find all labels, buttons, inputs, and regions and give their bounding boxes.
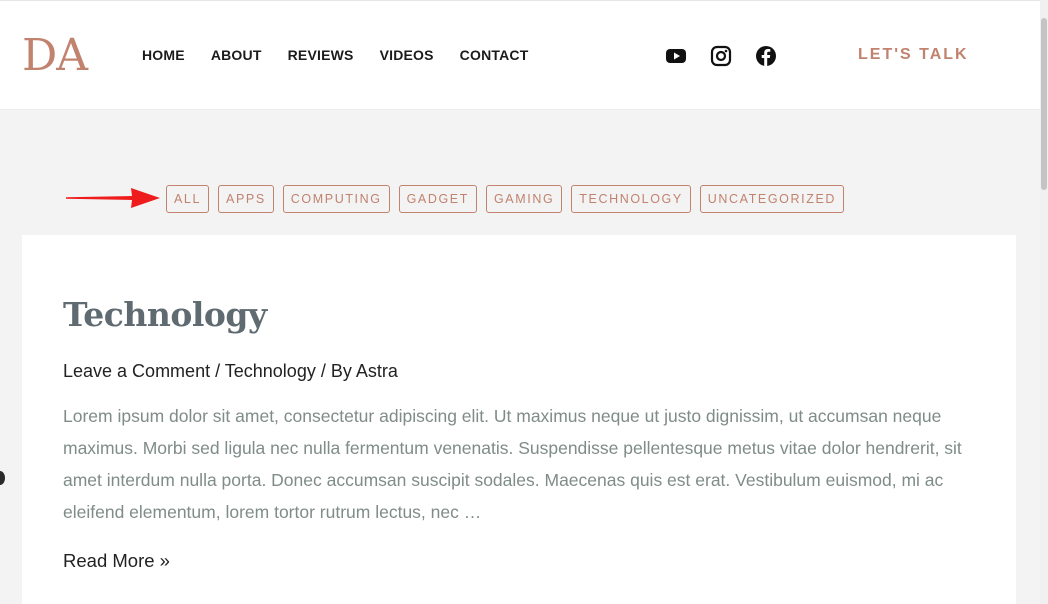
author-link[interactable]: Astra bbox=[356, 361, 398, 381]
annotation-arrow-icon bbox=[66, 188, 160, 208]
meta-separator: / bbox=[210, 361, 225, 381]
facebook-icon[interactable] bbox=[755, 45, 777, 67]
filter-computing[interactable]: COMPUTING bbox=[282, 185, 390, 213]
filter-all[interactable]: ALL bbox=[166, 185, 210, 213]
nav-contact[interactable]: CONTACT bbox=[460, 46, 529, 64]
nav-reviews[interactable]: REVIEWS bbox=[288, 46, 354, 64]
nav-videos[interactable]: VIDEOS bbox=[380, 46, 434, 64]
filter-apps[interactable]: APPS bbox=[218, 185, 274, 213]
filter-gadget[interactable]: GADGET bbox=[398, 185, 477, 213]
nav-about[interactable]: ABOUT bbox=[211, 46, 262, 64]
site-header: DA HOME ABOUT REVIEWS VIDEOS CONTACT LET… bbox=[0, 1, 1040, 110]
instagram-icon[interactable] bbox=[710, 45, 732, 67]
nav-home[interactable]: HOME bbox=[142, 46, 185, 64]
filter-gaming[interactable]: GAMING bbox=[485, 185, 563, 213]
post-meta: Leave a Comment / Technology / By Astra bbox=[63, 359, 398, 383]
meta-by-separator: / By bbox=[315, 361, 356, 381]
category-link[interactable]: Technology bbox=[225, 361, 316, 381]
scrollbar-thumb[interactable] bbox=[1041, 18, 1047, 190]
main-nav: HOME ABOUT REVIEWS VIDEOS CONTACT bbox=[142, 46, 554, 64]
lets-talk-button[interactable]: LET'S TALK bbox=[858, 45, 969, 65]
category-filter-bar: ALL APPS COMPUTING GADGET GAMING TECHNOL… bbox=[166, 185, 853, 213]
edge-handle[interactable] bbox=[0, 471, 5, 485]
post-card: Technology Leave a Comment / Technology … bbox=[22, 235, 1016, 604]
post-excerpt: Lorem ipsum dolor sit amet, consectetur … bbox=[63, 406, 962, 522]
filter-technology[interactable]: TECHNOLOGY bbox=[571, 185, 691, 213]
youtube-icon[interactable] bbox=[665, 45, 687, 67]
comment-link[interactable]: Leave a Comment bbox=[63, 361, 210, 381]
site-logo[interactable]: DA bbox=[22, 31, 88, 81]
post-title[interactable]: Technology bbox=[63, 293, 267, 337]
filter-uncategorized[interactable]: UNCATEGORIZED bbox=[699, 185, 845, 213]
read-more-link[interactable]: Read More » bbox=[63, 549, 170, 573]
